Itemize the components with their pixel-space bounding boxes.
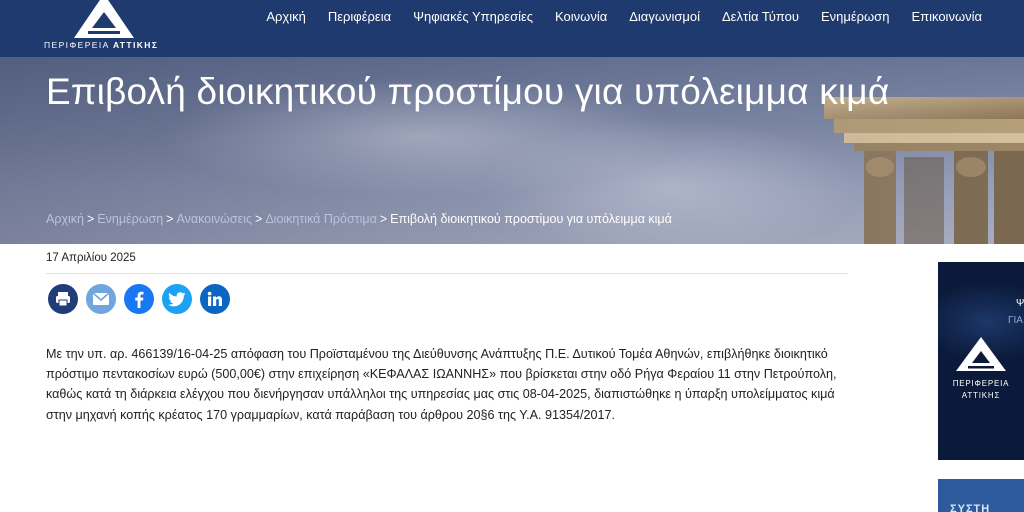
- article-body: Με την υπ. αρ. 466139/16-04-25 απόφαση τ…: [46, 347, 837, 422]
- nav-item-society[interactable]: Κοινωνία: [555, 9, 607, 24]
- facebook-icon[interactable]: [124, 284, 154, 314]
- divider: [46, 273, 848, 274]
- main-nav: Αρχική Περιφέρεια Ψηφιακές Υπηρεσίες Κοι…: [266, 9, 982, 24]
- nav-item-press-releases[interactable]: Δελτία Τύπου: [722, 9, 799, 24]
- share-buttons: [48, 284, 230, 314]
- banner-text: ΓΙΑ: [1008, 315, 1023, 326]
- nav-item-region[interactable]: Περιφέρεια: [328, 9, 391, 24]
- email-icon[interactable]: [86, 284, 116, 314]
- banner-logo-text: ΑΤΤΙΚΗΣ: [961, 391, 1001, 400]
- nav-item-home[interactable]: Αρχική: [266, 9, 306, 24]
- publish-date: 17 Απριλίου 2025: [46, 252, 136, 264]
- site-logo[interactable]: ΠΕΡΙΦΕΡΕΙΑ ΑΤΤΙΚΗΣ: [44, 0, 164, 57]
- logo-text: ΠΕΡΙΦΕΡΕΙΑ ΑΤΤΙΚΗΣ: [44, 40, 159, 50]
- hero-banner: Επιβολή διοικητικού προστίμου για υπόλει…: [0, 57, 1024, 244]
- breadcrumb-news[interactable]: Ενημέρωση: [97, 212, 163, 226]
- nav-item-digital-services[interactable]: Ψηφιακές Υπηρεσίες: [413, 9, 533, 24]
- print-icon[interactable]: [48, 284, 78, 314]
- nav-item-news[interactable]: Ενημέρωση: [821, 9, 890, 24]
- banner-text: Ψ: [1016, 298, 1024, 309]
- site-header: ΠΕΡΙΦΕΡΕΙΑ ΑΤΤΙΚΗΣ Αρχική Περιφέρεια Ψηφ…: [0, 0, 1024, 57]
- nav-item-tenders[interactable]: Διαγωνισμοί: [629, 9, 700, 24]
- banner-logo-text: ΠΕΡΙΦΕΡΕΙΑ: [952, 379, 1010, 388]
- twitter-icon[interactable]: [162, 284, 192, 314]
- breadcrumb: Αρχική > Ενημέρωση > Ανακοινώσεις > Διοικητικά…: [46, 212, 672, 226]
- logo-triangle-icon: [956, 337, 1006, 371]
- banner-text: ΣΥΣΤΗ: [950, 503, 991, 512]
- breadcrumb-announcements[interactable]: Ανακοινώσεις: [176, 212, 252, 226]
- digital-services-banner[interactable]: Ψ ΓΙΑ ΠΕΡΙΦΕΡΕΙΑ ΑΤΤΙΚΗΣ: [938, 262, 1024, 460]
- system-banner[interactable]: ΣΥΣΤΗ: [938, 479, 1024, 512]
- linkedin-icon[interactable]: [200, 284, 230, 314]
- nav-item-contact[interactable]: Επικοινωνία: [911, 9, 982, 24]
- page-title: Επιβολή διοικητικού προστίμου για υπόλει…: [46, 71, 890, 112]
- breadcrumb-home[interactable]: Αρχική: [46, 212, 84, 226]
- breadcrumb-administrative-fines[interactable]: Διοικητικά Πρόστιμα: [265, 212, 377, 226]
- logo-triangle-icon: [74, 0, 134, 38]
- breadcrumb-current: Επιβολή διοικητικού προστίμου για υπόλει…: [390, 212, 672, 226]
